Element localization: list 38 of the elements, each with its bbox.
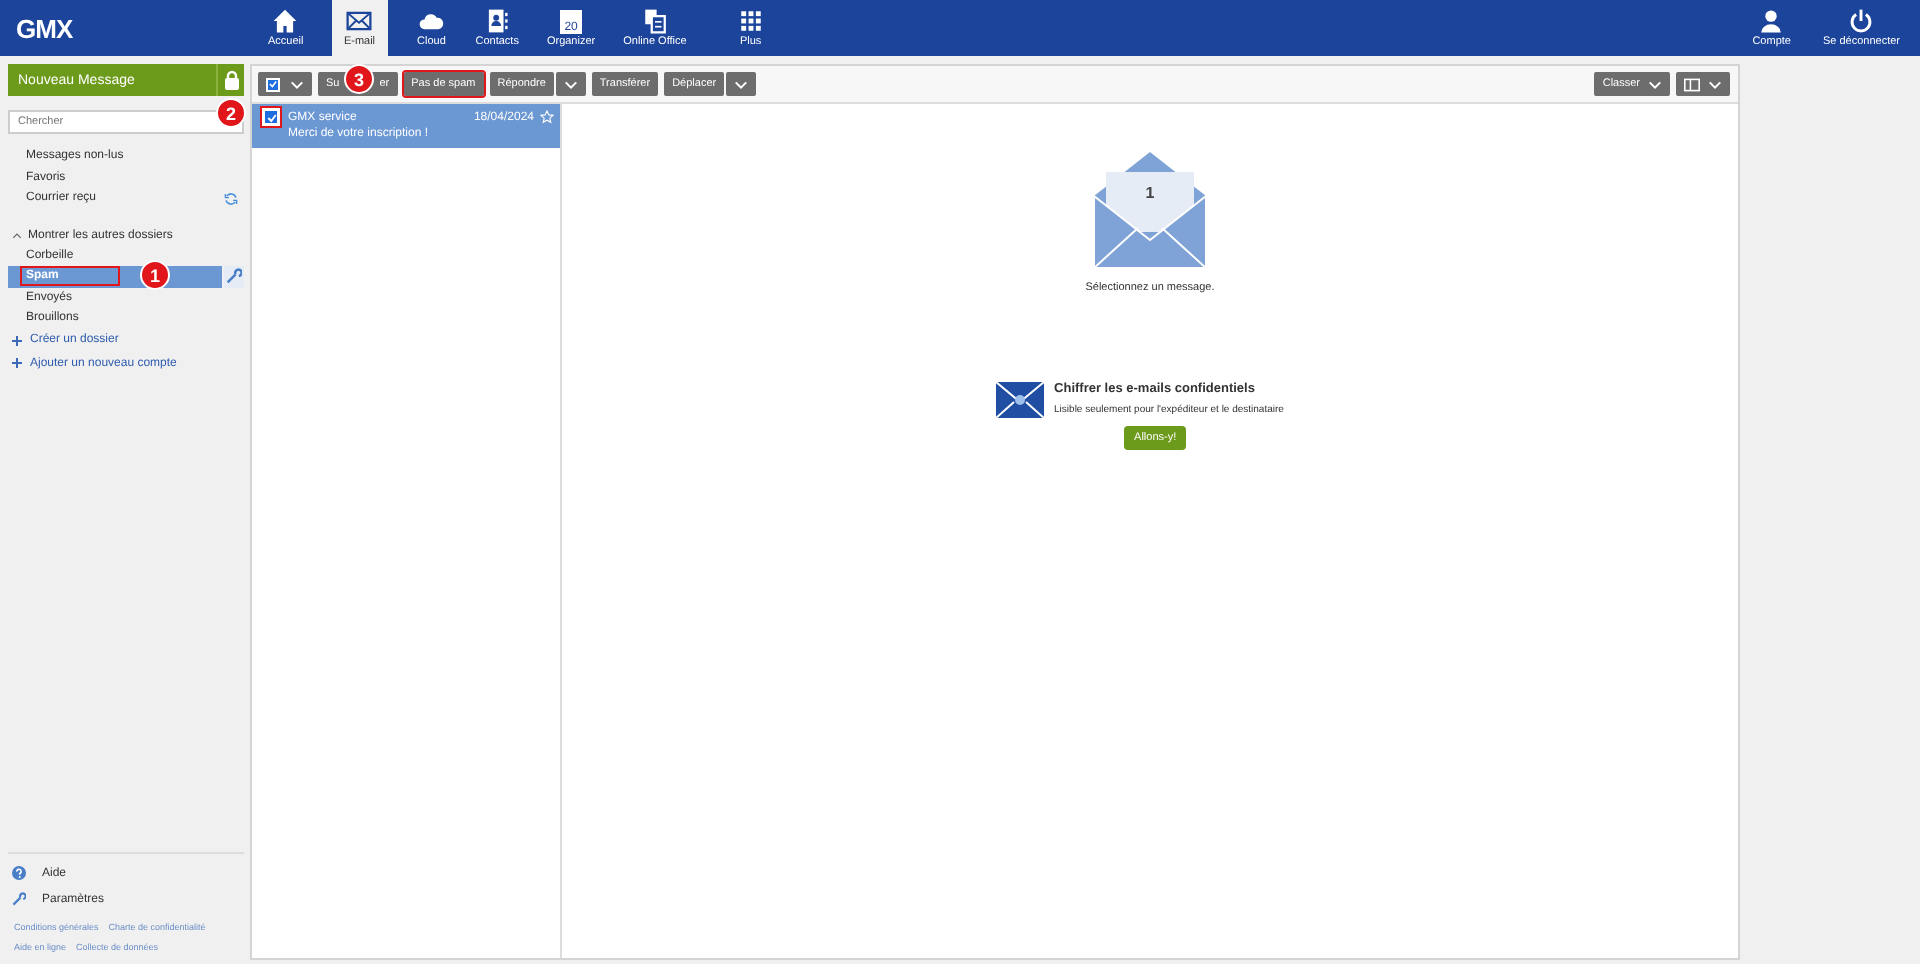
- dropdown-button[interactable]: [555, 72, 586, 96]
- address-book-icon: [484, 8, 511, 34]
- step-badge: 2: [216, 98, 246, 128]
- wrench-icon: [12, 892, 26, 906]
- step-badge: 3: [344, 64, 374, 94]
- caret-icon: [1648, 79, 1662, 89]
- envelope-icon: [346, 8, 373, 34]
- logo[interactable]: GMX: [0, 0, 256, 56]
- checkbox[interactable]: [260, 106, 282, 128]
- plus-icon: [12, 358, 22, 369]
- user-icon: [1758, 8, 1785, 34]
- cloud-icon: [418, 8, 445, 34]
- step-badge: 1: [140, 260, 170, 290]
- check-icon: [265, 111, 277, 123]
- question-icon: [12, 866, 26, 880]
- apps-grid-icon: [737, 8, 764, 34]
- folder-settings-button[interactable]: [224, 266, 244, 287]
- caret-icon: [12, 231, 22, 239]
- caret-icon: [290, 79, 304, 89]
- dropdown-button[interactable]: [726, 72, 757, 96]
- caret-icon: [1708, 79, 1722, 89]
- plus-icon: [12, 335, 22, 346]
- home-icon: [272, 8, 299, 34]
- envelope-lock-icon: [996, 382, 1045, 418]
- star-icon[interactable]: [540, 110, 554, 124]
- refresh-icon[interactable]: [224, 191, 238, 206]
- caret-icon: [734, 79, 749, 89]
- power-icon: [1848, 8, 1875, 34]
- layout-icon: [1684, 77, 1700, 91]
- check-icon: [268, 78, 278, 90]
- padlock-icon: [223, 70, 239, 90]
- lock-button[interactable]: [216, 64, 244, 96]
- select-all-button[interactable]: [258, 72, 312, 96]
- message-count: 1: [1143, 184, 1157, 202]
- documents-icon: [641, 8, 668, 34]
- caret-icon: [563, 79, 578, 89]
- toolbar-button[interactable]: [1676, 72, 1730, 96]
- wrench-icon: [226, 268, 242, 285]
